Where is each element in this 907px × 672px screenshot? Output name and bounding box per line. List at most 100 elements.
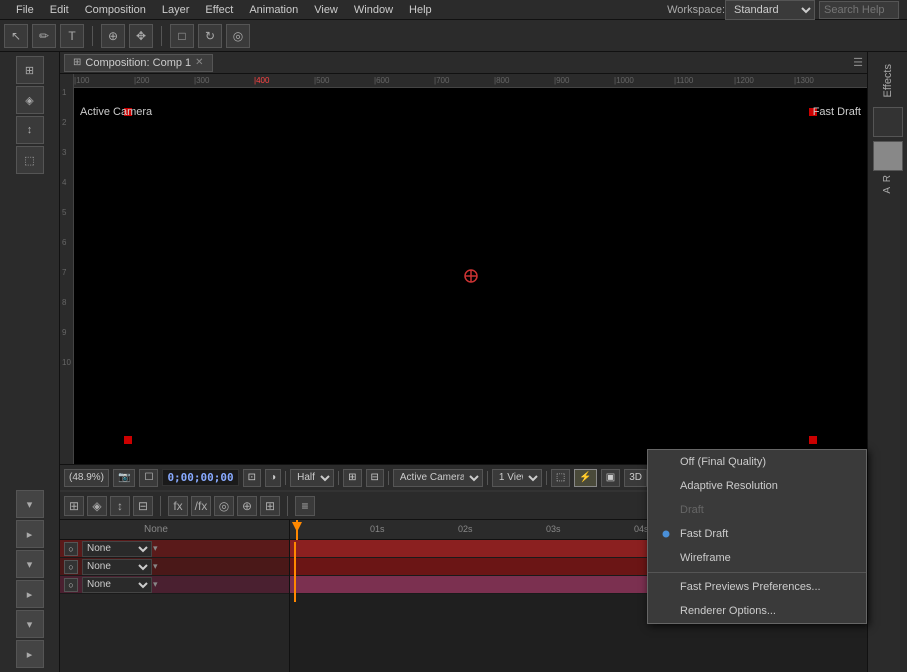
- workspace-label: Workspace:: [667, 4, 725, 16]
- tool-text[interactable]: T: [60, 24, 84, 48]
- effects-gray-swatch[interactable]: [873, 141, 903, 171]
- layer-2-visibility[interactable]: ○: [64, 560, 78, 574]
- fast-preview-btn[interactable]: ⚡: [574, 469, 596, 487]
- corner-bl: [124, 436, 132, 444]
- menu-window[interactable]: Window: [346, 2, 401, 18]
- snapshot-btn[interactable]: 📷: [113, 469, 135, 487]
- region-btn[interactable]: ⊞: [343, 469, 361, 487]
- layer-1-none-dropdown[interactable]: None: [82, 541, 152, 557]
- timeline-sep-2: [287, 496, 288, 516]
- tool-move[interactable]: ✥: [129, 24, 153, 48]
- timeline-btn-3[interactable]: ↕: [110, 496, 130, 516]
- tool-pen[interactable]: ✏: [32, 24, 56, 48]
- panel-btn-7[interactable]: ▾: [16, 610, 44, 638]
- timeline-btn-6[interactable]: ◎: [214, 496, 234, 516]
- timeline-btn-4[interactable]: ⊟: [133, 496, 153, 516]
- time-02s: 02s: [458, 524, 473, 534]
- layer-3-visibility[interactable]: ○: [64, 578, 78, 592]
- show-channel-btn[interactable]: ☐: [139, 469, 158, 487]
- panel-btn-4[interactable]: ⬚: [16, 146, 44, 174]
- timeline-sep-1: [160, 496, 161, 516]
- horizontal-ruler: |100 |200 |300 |400 |500 |600 |700 |800 …: [74, 74, 867, 88]
- timeline-btn-2[interactable]: ◈: [87, 496, 107, 516]
- menu-edit[interactable]: Edit: [42, 2, 77, 18]
- panel-btn-3[interactable]: ↕: [16, 116, 44, 144]
- menu-composition[interactable]: Composition: [77, 2, 154, 18]
- tool-rotate[interactable]: ↻: [198, 24, 222, 48]
- panel-btn-6[interactable]: ▸: [16, 580, 44, 608]
- menu-fast-draft[interactable]: Fast Draft: [648, 522, 866, 546]
- comp-viewport[interactable]: |100 |200 |300 |400 |500 |600 |700 |800 …: [74, 74, 867, 464]
- timeline-btn-8[interactable]: ⊞: [260, 496, 280, 516]
- timeline-left: None ○ None ▾ ○ None: [60, 520, 290, 672]
- tool-camera[interactable]: ◎: [226, 24, 250, 48]
- resolution-dropdown[interactable]: Half: [290, 469, 334, 487]
- comp-tab-close[interactable]: ✕: [195, 57, 203, 68]
- camera-label: Active Camera: [80, 106, 152, 118]
- timeline-btn-fx[interactable]: fx: [168, 496, 188, 516]
- menu-help[interactable]: Help: [401, 2, 440, 18]
- menu-fast-previews-prefs[interactable]: Fast Previews Preferences...: [648, 575, 866, 599]
- menu-animation[interactable]: Animation: [241, 2, 306, 18]
- timeline-btn-5[interactable]: /fx: [191, 496, 211, 516]
- effects-tab[interactable]: Effects: [878, 56, 898, 105]
- menu-view[interactable]: View: [306, 2, 346, 18]
- menu-layer[interactable]: Layer: [154, 2, 198, 18]
- effects-r-label: R: [880, 173, 895, 184]
- menu-adaptive[interactable]: Adaptive Resolution: [648, 474, 866, 498]
- menu-draft: Draft: [648, 498, 866, 522]
- zoom-display[interactable]: (48.9%): [64, 469, 109, 487]
- effects-black-swatch[interactable]: [873, 107, 903, 137]
- color-btn[interactable]: ◑: [265, 469, 281, 487]
- toolbar-separator-2: [161, 26, 162, 46]
- viewer-btn[interactable]: ⬚: [551, 469, 570, 487]
- timeline-btn-7[interactable]: ⊕: [237, 496, 257, 516]
- comp-tab: ⊞ Composition: Comp 1 ✕ ☰: [60, 52, 867, 74]
- timeline-btn-1[interactable]: ⊞: [64, 496, 84, 516]
- layer-1-arrow: ▾: [153, 543, 158, 554]
- ctrl-sep-2: [338, 471, 339, 485]
- layer-row-3: ○ None ▾: [60, 576, 289, 594]
- menu-divider: [648, 572, 866, 573]
- time-03s: 03s: [546, 524, 561, 534]
- playhead-line: [294, 542, 296, 602]
- time-01s: 01s: [370, 524, 385, 534]
- 3d-btn[interactable]: 3D: [624, 469, 647, 487]
- menu-wireframe[interactable]: Wireframe: [648, 546, 866, 570]
- comp-tab-item[interactable]: ⊞ Composition: Comp 1 ✕: [64, 54, 213, 72]
- menu-bar: File Edit Composition Layer Effect Anima…: [0, 0, 907, 20]
- panel-btn-8[interactable]: ▸: [16, 640, 44, 668]
- layer-3-none-dropdown[interactable]: None: [82, 577, 152, 593]
- timeline-btn-9[interactable]: ≡: [295, 496, 315, 516]
- layer-row-2: ○ None ▾: [60, 558, 289, 576]
- panel-btn-expand[interactable]: ▸: [16, 520, 44, 548]
- tool-rect[interactable]: □: [170, 24, 194, 48]
- workspace-dropdown[interactable]: Standard: [725, 0, 815, 20]
- search-input[interactable]: [819, 1, 899, 19]
- layer-2-arrow: ▾: [153, 561, 158, 572]
- layer-row-1: ○ None ▾: [60, 540, 289, 558]
- layer-2-none-dropdown[interactable]: None: [82, 559, 152, 575]
- tool-anchor[interactable]: ⊕: [101, 24, 125, 48]
- comp-panel: ⊞ Composition: Comp 1 ✕ ☰ 1 2 3 4: [60, 52, 867, 490]
- menu-off-final[interactable]: Off (Final Quality): [648, 450, 866, 474]
- view-dropdown[interactable]: 1 View: [492, 469, 542, 487]
- render-btn[interactable]: ▣: [601, 469, 620, 487]
- menu-fast-draft-dot: [660, 530, 672, 538]
- panel-btn-1[interactable]: ⊞: [16, 56, 44, 84]
- menu-file[interactable]: File: [8, 2, 42, 18]
- tool-select[interactable]: ↖: [4, 24, 28, 48]
- panel-btn-5[interactable]: ▾: [16, 550, 44, 578]
- grid-btn[interactable]: ⊟: [366, 469, 384, 487]
- comp-panel-menu[interactable]: ☰: [853, 56, 863, 69]
- panel-btn-2[interactable]: ◈: [16, 86, 44, 114]
- menu-effect[interactable]: Effect: [197, 2, 241, 18]
- menu-renderer-options[interactable]: Renderer Options...: [648, 599, 866, 623]
- active-camera-dropdown[interactable]: Active Camera: [393, 469, 483, 487]
- panel-btn-collapse[interactable]: ▾: [16, 490, 44, 518]
- fast-draft-label: Fast Draft: [813, 106, 861, 118]
- layer-1-visibility[interactable]: ○: [64, 542, 78, 556]
- ctrl-sep-3: [388, 471, 389, 485]
- frame-btn[interactable]: ⊡: [243, 469, 261, 487]
- timecode-display: 0;00;00;00: [162, 469, 238, 486]
